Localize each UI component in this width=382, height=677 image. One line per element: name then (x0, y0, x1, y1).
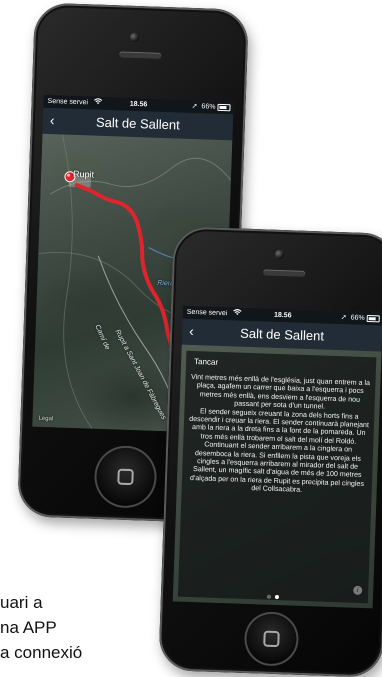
page-dot[interactable] (266, 594, 272, 599)
battery-percent: 66% (201, 103, 216, 111)
home-button[interactable] (243, 610, 300, 667)
home-square-icon (117, 468, 134, 486)
phone-info: Sense servei 18.56 ➚ 66% ‹ Salt de Salle… (158, 226, 382, 677)
description-panel: Tancar Vint metres més enllà de l'esglés… (177, 350, 377, 604)
background-text-line: uari a (0, 593, 43, 612)
battery-icon (366, 315, 380, 323)
app-showcase: uari a na APP a connexió Sense servei 18… (0, 0, 382, 677)
map-marker-label: Rupit (72, 168, 95, 180)
description-paragraph: El sender segueix creuant la zona dels h… (189, 406, 370, 495)
location-arrow-icon: ➚ (340, 314, 347, 322)
home-square-icon (263, 630, 280, 648)
background-text: uari a na APP a connexió (0, 590, 180, 665)
close-button[interactable]: Tancar (194, 357, 218, 367)
route-description-view: Tancar Vint metres més enllà de l'esglés… (172, 344, 382, 609)
background-text-line: na APP (0, 618, 57, 637)
description-text: Vint metres més enllà de l'església, jus… (186, 373, 372, 497)
battery-icon (217, 103, 231, 112)
home-button[interactable] (93, 444, 158, 509)
front-camera-icon (129, 32, 140, 43)
speaker-grille (263, 269, 306, 277)
page-indicator[interactable] (178, 583, 369, 608)
info-screen: Sense servei 18.56 ➚ 66% ‹ Salt de Salle… (172, 305, 382, 609)
speaker-grille (119, 51, 162, 59)
page-dot[interactable] (274, 594, 280, 600)
legal-link[interactable]: Legal (38, 416, 53, 423)
background-text-line: a connexió (0, 643, 83, 662)
front-camera-icon (274, 249, 285, 260)
location-arrow-icon: ➚ (191, 102, 198, 111)
battery-percent: 66% (350, 314, 365, 322)
